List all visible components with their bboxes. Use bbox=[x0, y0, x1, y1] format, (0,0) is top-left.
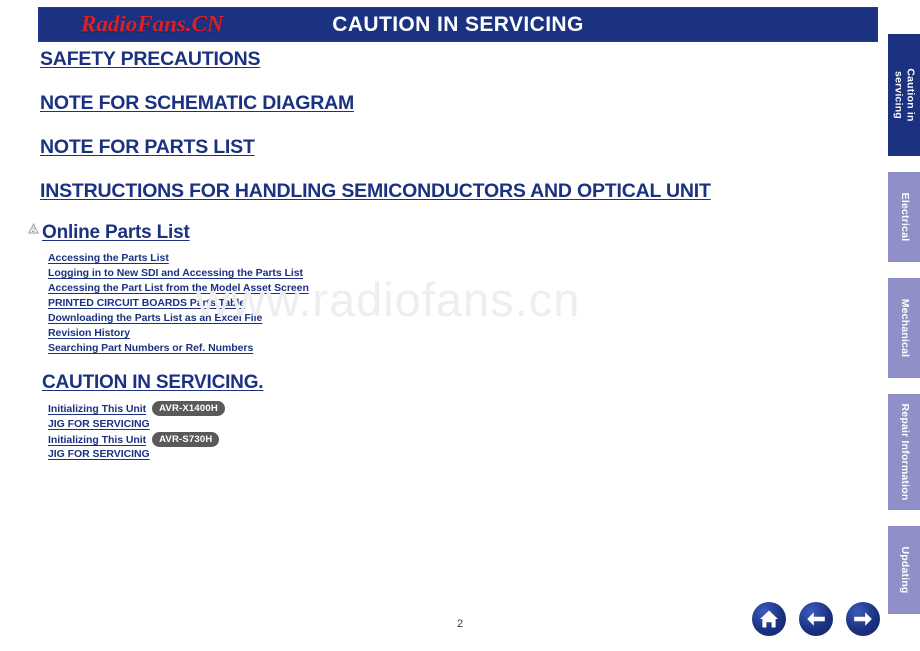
section-tab-rail: Caution in servicing Electrical Mechanic… bbox=[888, 0, 920, 651]
link-revision-history[interactable]: Revision History bbox=[48, 327, 130, 339]
model-badge-avr-s730h: AVR-S730H bbox=[152, 432, 220, 447]
link-label[interactable]: Revision History bbox=[48, 327, 130, 339]
next-page-button[interactable] bbox=[846, 602, 880, 636]
link-label[interactable]: Logging in to New SDI and Accessing the … bbox=[48, 267, 303, 279]
home-icon bbox=[760, 610, 778, 628]
link-label[interactable]: Downloading the Parts List as an Excel F… bbox=[48, 312, 262, 324]
link-jig-for-servicing-1[interactable]: JIG FOR SERVICING bbox=[48, 418, 150, 430]
tab-electrical[interactable]: Electrical bbox=[888, 172, 920, 262]
arrow-right-icon bbox=[854, 612, 872, 626]
tab-label-line2: servicing bbox=[893, 71, 905, 119]
link-initializing-this-unit-s730h[interactable]: Initializing This Unit AVR-S730H bbox=[48, 432, 220, 448]
section-heading-online-parts-list[interactable]: Online Parts List bbox=[42, 222, 190, 244]
link-label[interactable]: JIG FOR SERVICING bbox=[48, 448, 150, 460]
link-note-for-parts-list[interactable]: NOTE FOR PARTS LIST bbox=[40, 136, 255, 159]
tab-caution-in-servicing[interactable]: Caution in servicing bbox=[888, 34, 920, 156]
tab-label: Mechanical bbox=[898, 298, 911, 358]
tab-updating[interactable]: Updating bbox=[888, 526, 920, 614]
section-heading-label[interactable]: Online Parts List bbox=[42, 222, 190, 244]
page-navigation bbox=[752, 602, 880, 640]
link-searching-part-numbers[interactable]: Searching Part Numbers or Ref. Numbers bbox=[48, 342, 253, 354]
document-page: www.radiofans.cn RadioFans.CN CAUTION IN… bbox=[0, 0, 920, 651]
link-label[interactable]: NOTE FOR SCHEMATIC DIAGRAM bbox=[40, 92, 354, 115]
link-label[interactable]: Searching Part Numbers or Ref. Numbers bbox=[48, 342, 253, 354]
tab-mechanical[interactable]: Mechanical bbox=[888, 278, 920, 378]
link-accessing-the-parts-list[interactable]: Accessing the Parts List bbox=[48, 252, 169, 264]
tab-label: Caution in servicing bbox=[893, 68, 917, 122]
home-button[interactable] bbox=[752, 602, 786, 636]
link-logging-in-new-sdi[interactable]: Logging in to New SDI and Accessing the … bbox=[48, 267, 303, 279]
link-label[interactable]: NOTE FOR PARTS LIST bbox=[40, 136, 255, 159]
tab-repair-information[interactable]: Repair Information bbox=[888, 394, 920, 510]
arrow-left-icon bbox=[807, 612, 825, 626]
link-label[interactable]: Initializing This Unit bbox=[48, 434, 146, 446]
svg-text:2: 2 bbox=[32, 227, 36, 234]
section-heading-caution-in-servicing[interactable]: CAUTION IN SERVICING. bbox=[42, 372, 264, 394]
tab-label: Electrical bbox=[898, 192, 911, 242]
link-initializing-this-unit-x1400h[interactable]: Initializing This Unit AVR-X1400H bbox=[48, 401, 225, 417]
link-label[interactable]: PRINTED CIRCUIT BOARDS Parts Table bbox=[48, 297, 245, 309]
link-label[interactable]: SAFETY PRECAUTIONS bbox=[40, 48, 261, 71]
link-jig-for-servicing-2[interactable]: JIG FOR SERVICING bbox=[48, 448, 150, 460]
link-safety-precautions[interactable]: SAFETY PRECAUTIONS bbox=[40, 48, 261, 71]
link-printed-circuit-boards-parts-table[interactable]: PRINTED CIRCUIT BOARDS Parts Table bbox=[48, 297, 245, 309]
section-heading-label[interactable]: CAUTION IN SERVICING. bbox=[42, 372, 264, 394]
link-note-for-schematic-diagram[interactable]: NOTE FOR SCHEMATIC DIAGRAM bbox=[40, 92, 354, 115]
tab-label-line1: Caution in bbox=[904, 68, 917, 122]
link-downloading-parts-list-excel[interactable]: Downloading the Parts List as an Excel F… bbox=[48, 312, 262, 324]
tab-label: Repair Information bbox=[898, 403, 911, 501]
link-label[interactable]: Initializing This Unit bbox=[48, 403, 146, 415]
link-label[interactable]: JIG FOR SERVICING bbox=[48, 418, 150, 430]
link-accessing-part-list-model-asset-screen[interactable]: Accessing the Part List from the Model A… bbox=[48, 282, 309, 294]
link-instructions-handling-semiconductors[interactable]: INSTRUCTIONS FOR HANDLING SEMICONDUCTORS… bbox=[40, 180, 711, 203]
page-header-banner: RadioFans.CN CAUTION IN SERVICING bbox=[38, 7, 878, 42]
link-label[interactable]: Accessing the Part List from the Model A… bbox=[48, 282, 309, 294]
model-badge-avr-x1400h: AVR-X1400H bbox=[152, 401, 225, 416]
link-label[interactable]: INSTRUCTIONS FOR HANDLING SEMICONDUCTORS… bbox=[40, 180, 711, 203]
link-label[interactable]: Accessing the Parts List bbox=[48, 252, 169, 264]
page-title: CAUTION IN SERVICING bbox=[332, 12, 584, 36]
previous-page-button[interactable] bbox=[799, 602, 833, 636]
comment-annotation-icon[interactable]: 2 bbox=[27, 222, 41, 236]
tab-label: Updating bbox=[898, 546, 911, 594]
